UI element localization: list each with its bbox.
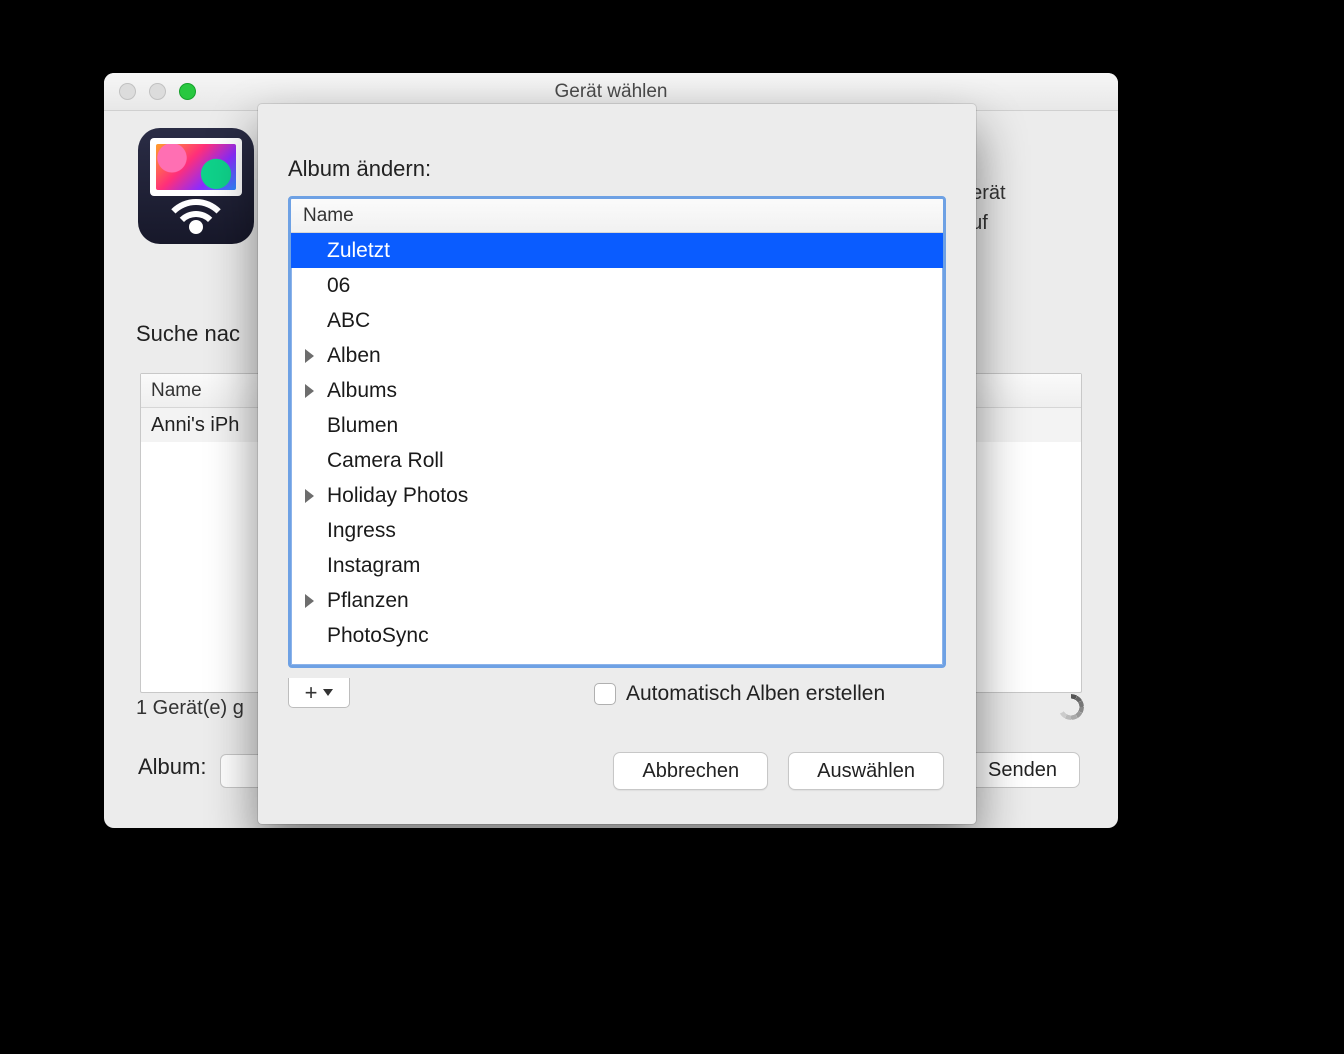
search-label: Suche nac xyxy=(136,321,240,347)
choose-button[interactable]: Auswählen xyxy=(788,752,944,790)
cancel-button[interactable]: Abbrechen xyxy=(613,752,768,790)
list-item[interactable]: Alben xyxy=(291,338,943,373)
list-item-label: Ingress xyxy=(327,519,396,543)
list-item[interactable]: Holiday Photos xyxy=(291,478,943,513)
list-item[interactable]: Ingress xyxy=(291,513,943,548)
list-item-label: Holiday Photos xyxy=(327,484,468,508)
plus-icon: + xyxy=(305,682,318,704)
list-item[interactable]: Camera Roll xyxy=(291,443,943,478)
window-title: Gerät wählen xyxy=(104,81,1118,103)
auto-create-label: Automatisch Alben erstellen xyxy=(626,682,885,706)
list-item-label: Instagram xyxy=(327,554,420,578)
disclosure-triangle-icon[interactable] xyxy=(305,594,314,608)
zoom-icon[interactable] xyxy=(179,83,196,100)
list-item[interactable]: PhotoSync xyxy=(291,618,943,653)
list-item-label: PhotoSync xyxy=(327,624,429,648)
disclosure-triangle-icon[interactable] xyxy=(305,489,314,503)
album-list[interactable]: Name Zuletzt 06 ABC Alben Albums Blumen Camera… xyxy=(288,196,946,668)
auto-create-checkbox[interactable]: Automatisch Alben erstellen xyxy=(594,682,885,706)
disclosure-triangle-icon[interactable] xyxy=(305,384,314,398)
list-item-label: Zuletzt xyxy=(327,239,390,263)
change-album-sheet: Album ändern: Name Zuletzt 06 ABC Alben Albu… xyxy=(258,104,976,824)
list-item-label: ABC xyxy=(327,309,370,333)
list-item-label: Blumen xyxy=(327,414,398,438)
list-item[interactable]: 06 xyxy=(291,268,943,303)
send-button[interactable]: Senden xyxy=(965,752,1080,788)
auto-create-input[interactable] xyxy=(594,683,616,705)
list-item[interactable]: Albums xyxy=(291,373,943,408)
devices-found-label: 1 Gerät(e) g xyxy=(136,697,244,720)
list-item[interactable]: Blumen xyxy=(291,408,943,443)
list-item[interactable]: Zuletzt xyxy=(291,233,943,268)
chevron-down-icon xyxy=(323,689,333,696)
list-item[interactable]: Pflanzen xyxy=(291,583,943,618)
list-item-label: Alben xyxy=(327,344,381,368)
list-item-label: Camera Roll xyxy=(327,449,444,473)
description-text: gerät auf xyxy=(960,178,1080,238)
list-item[interactable]: Instagram xyxy=(291,548,943,583)
album-list-header[interactable]: Name xyxy=(291,199,943,233)
app-icon xyxy=(138,128,254,244)
wifi-icon xyxy=(156,184,236,234)
disclosure-triangle-icon[interactable] xyxy=(305,349,314,363)
close-icon[interactable] xyxy=(119,83,136,100)
list-item-label: Albums xyxy=(327,379,397,403)
list-item-label: 06 xyxy=(327,274,350,298)
spinner-icon xyxy=(1058,694,1084,720)
album-label: Album: xyxy=(138,754,206,780)
sheet-title: Album ändern: xyxy=(288,156,431,182)
traffic-lights xyxy=(119,83,196,100)
add-album-button[interactable]: + xyxy=(288,678,350,708)
minimize-icon[interactable] xyxy=(149,83,166,100)
list-item-label: Pflanzen xyxy=(327,589,409,613)
list-item[interactable]: ABC xyxy=(291,303,943,338)
